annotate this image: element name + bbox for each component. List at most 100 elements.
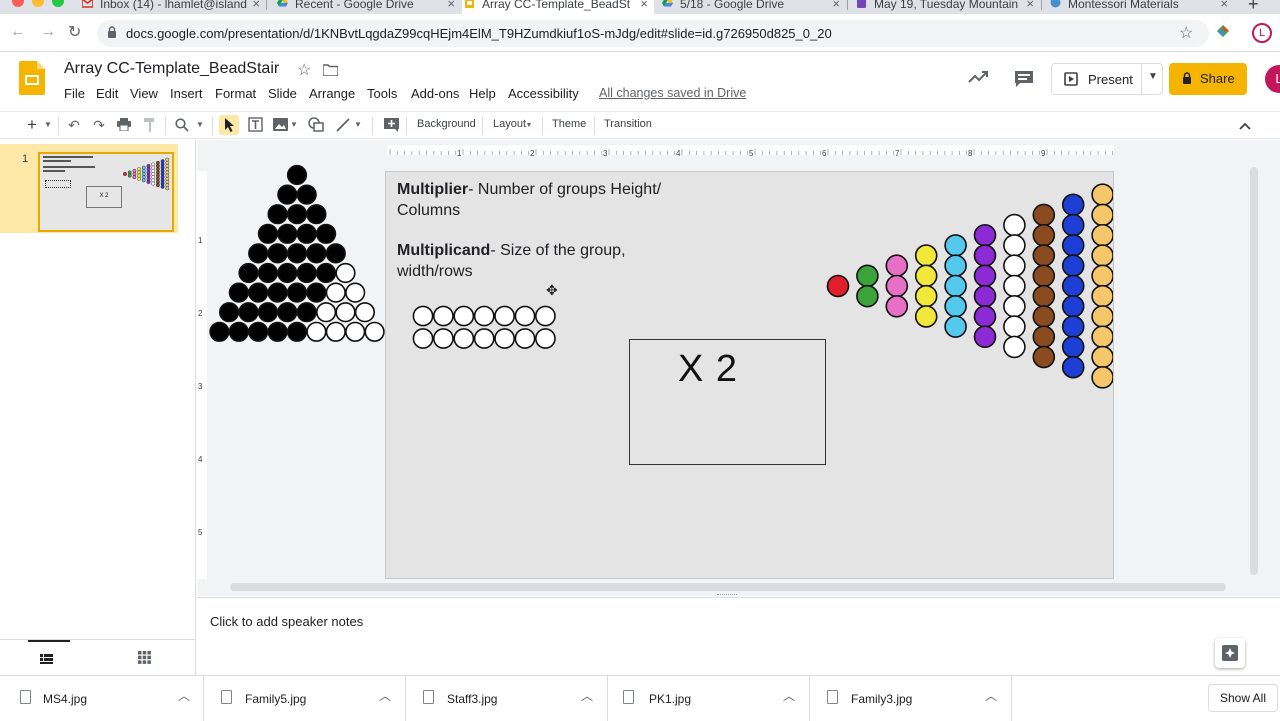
explore-button[interactable] xyxy=(1215,638,1245,668)
browser-tab-forms[interactable]: May 19, Tuesday Mountain × xyxy=(854,0,1040,14)
back-arrow-icon[interactable]: ← xyxy=(10,23,26,41)
bead-bar-image[interactable] xyxy=(412,305,560,351)
shape-icon[interactable] xyxy=(306,115,326,135)
slide-thumbnail[interactable]: X 2 xyxy=(38,152,174,232)
vertical-ruler[interactable]: 1 2 3 4 5 xyxy=(197,171,207,579)
minimize-window-button[interactable] xyxy=(32,0,44,7)
menu-insert[interactable]: Insert xyxy=(170,86,203,101)
close-tab-icon[interactable]: × xyxy=(447,0,455,10)
paint-format-icon[interactable] xyxy=(140,115,160,135)
layout-button[interactable]: Layout xyxy=(493,118,526,130)
undo-icon[interactable]: ↶ xyxy=(64,115,84,135)
address-bar[interactable]: docs.google.com/presentation/d/1KNBvtLqg… xyxy=(97,20,1209,47)
chevron-up-icon[interactable]: ︿ xyxy=(178,687,190,704)
close-tab-icon[interactable]: × xyxy=(252,0,260,10)
bead-stair-image[interactable] xyxy=(823,171,1114,404)
star-icon[interactable]: ☆ xyxy=(297,60,311,80)
multiplier-text[interactable]: Multiplier- Number of groups Height/ Col… xyxy=(397,180,697,221)
zoom-window-button[interactable] xyxy=(52,0,64,7)
menu-format[interactable]: Format xyxy=(215,86,256,101)
redo-icon[interactable]: ↷ xyxy=(89,115,109,135)
menu-help[interactable]: Help xyxy=(469,86,496,101)
menu-arrange[interactable]: Arrange xyxy=(309,86,355,101)
profile-avatar[interactable]: L xyxy=(1252,23,1272,43)
line-dropdown-icon[interactable]: ▼ xyxy=(352,115,364,135)
download-item[interactable]: Staff3.jpg ︿ xyxy=(406,676,608,721)
new-slide-dropdown-icon[interactable]: ▼ xyxy=(42,115,54,135)
download-item[interactable]: Family3.jpg ︿ xyxy=(810,676,1012,721)
pyramid-bead xyxy=(315,223,337,244)
chevron-up-icon[interactable]: ︿ xyxy=(783,687,795,704)
menu-edit[interactable]: Edit xyxy=(96,86,118,101)
present-button[interactable]: Present ▼ xyxy=(1051,63,1163,95)
close-tab-icon[interactable]: × xyxy=(640,0,648,10)
new-slide-plus-icon[interactable]: + xyxy=(22,115,42,135)
notes-resize-handle[interactable] xyxy=(717,594,737,596)
filmstrip-view-icon[interactable] xyxy=(40,652,53,670)
speaker-notes[interactable]: Click to add speaker notes xyxy=(197,597,1280,675)
close-tab-icon[interactable]: × xyxy=(832,0,840,10)
reload-icon[interactable]: ↻ xyxy=(68,22,81,42)
move-to-folder-icon[interactable] xyxy=(322,63,339,81)
ruler-label: 9 xyxy=(1041,149,1046,158)
extension-icon[interactable] xyxy=(1216,24,1230,43)
menu-slide[interactable]: Slide xyxy=(268,86,297,101)
zoom-dropdown-icon[interactable]: ▼ xyxy=(194,115,206,135)
share-button[interactable]: Share xyxy=(1169,63,1247,95)
select-cursor-icon[interactable] xyxy=(219,115,239,135)
slide[interactable]: Multiplier- Number of groups Height/ Col… xyxy=(385,171,1114,579)
horizontal-ruler[interactable]: 1 2 3 4 5 6 7 8 9 xyxy=(387,145,1114,158)
background-button[interactable]: Background xyxy=(417,118,476,130)
line-icon[interactable] xyxy=(333,115,353,135)
horizontal-scrollbar[interactable] xyxy=(230,583,1226,591)
theme-button[interactable]: Theme xyxy=(552,118,586,130)
document-title[interactable]: Array CC-Template_BeadStair xyxy=(64,60,279,78)
layout-dropdown-icon[interactable]: ▼ xyxy=(524,116,534,136)
speaker-notes-placeholder[interactable]: Click to add speaker notes xyxy=(210,614,363,629)
multiplicand-text[interactable]: Multiplicand- Size of the group, width/r… xyxy=(397,241,667,282)
browser-tab-gmail[interactable]: Inbox (14) - lhamlet@island × xyxy=(80,0,266,14)
menu-view[interactable]: View xyxy=(130,86,158,101)
download-item[interactable]: PK1.jpg ︿ xyxy=(608,676,810,721)
print-icon[interactable] xyxy=(114,115,134,135)
browser-tab-5-18-drive[interactable]: 5/18 - Google Drive × xyxy=(660,0,846,14)
menu-accessibility[interactable]: Accessibility xyxy=(508,86,579,101)
forward-arrow-icon[interactable]: → xyxy=(40,23,56,41)
download-item[interactable]: Family5.jpg ︿ xyxy=(204,676,406,721)
comment-icon[interactable] xyxy=(1014,70,1034,93)
account-avatar[interactable]: L xyxy=(1265,65,1280,93)
vertical-scrollbar[interactable] xyxy=(1250,167,1258,575)
show-all-downloads-button[interactable]: Show All xyxy=(1208,684,1278,712)
chevron-up-icon[interactable]: ︿ xyxy=(985,687,997,704)
chevron-up-icon[interactable]: ︿ xyxy=(581,687,593,704)
collapse-toolbar-icon[interactable] xyxy=(1235,115,1255,135)
browser-tab-slides-active[interactable]: Array CC-Template_BeadSt × xyxy=(462,0,654,14)
close-tab-icon[interactable]: × xyxy=(1220,0,1228,10)
text-box-icon[interactable] xyxy=(245,115,265,135)
lock-icon[interactable] xyxy=(107,26,117,44)
grid-view-icon[interactable] xyxy=(138,651,151,669)
transition-button[interactable]: Transition xyxy=(604,118,652,130)
new-tab-icon[interactable]: + xyxy=(1248,0,1259,13)
image-icon[interactable] xyxy=(270,115,290,135)
save-status[interactable]: All changes saved in Drive xyxy=(599,86,746,100)
image-dropdown-icon[interactable]: ▼ xyxy=(288,115,300,135)
google-slides-logo[interactable] xyxy=(19,61,45,100)
menu-file[interactable]: File xyxy=(64,86,85,101)
slide-thumbnail-row[interactable]: 1 X 2 xyxy=(0,144,178,233)
multiplier-box[interactable]: X 2 xyxy=(629,339,826,465)
present-options-button[interactable]: ▼ xyxy=(1141,64,1163,94)
menu-add-ons[interactable]: Add-ons xyxy=(411,86,459,101)
bead-pyramid-image[interactable] xyxy=(207,164,387,344)
add-comment-icon[interactable] xyxy=(381,115,401,135)
browser-tab-montessori[interactable]: Montessori Materials × xyxy=(1048,0,1234,14)
chevron-up-icon[interactable]: ︿ xyxy=(379,687,391,704)
browser-tab-recent-drive[interactable]: Recent - Google Drive × xyxy=(275,0,461,14)
bookmark-star-icon[interactable]: ☆ xyxy=(1179,23,1193,43)
download-item[interactable]: MS4.jpg ︿ xyxy=(0,676,204,721)
close-tab-icon[interactable]: × xyxy=(1026,0,1034,10)
close-window-button[interactable] xyxy=(12,0,24,7)
menu-tools[interactable]: Tools xyxy=(367,86,397,101)
zoom-icon[interactable] xyxy=(172,115,192,135)
activity-trend-icon[interactable] xyxy=(968,70,988,89)
